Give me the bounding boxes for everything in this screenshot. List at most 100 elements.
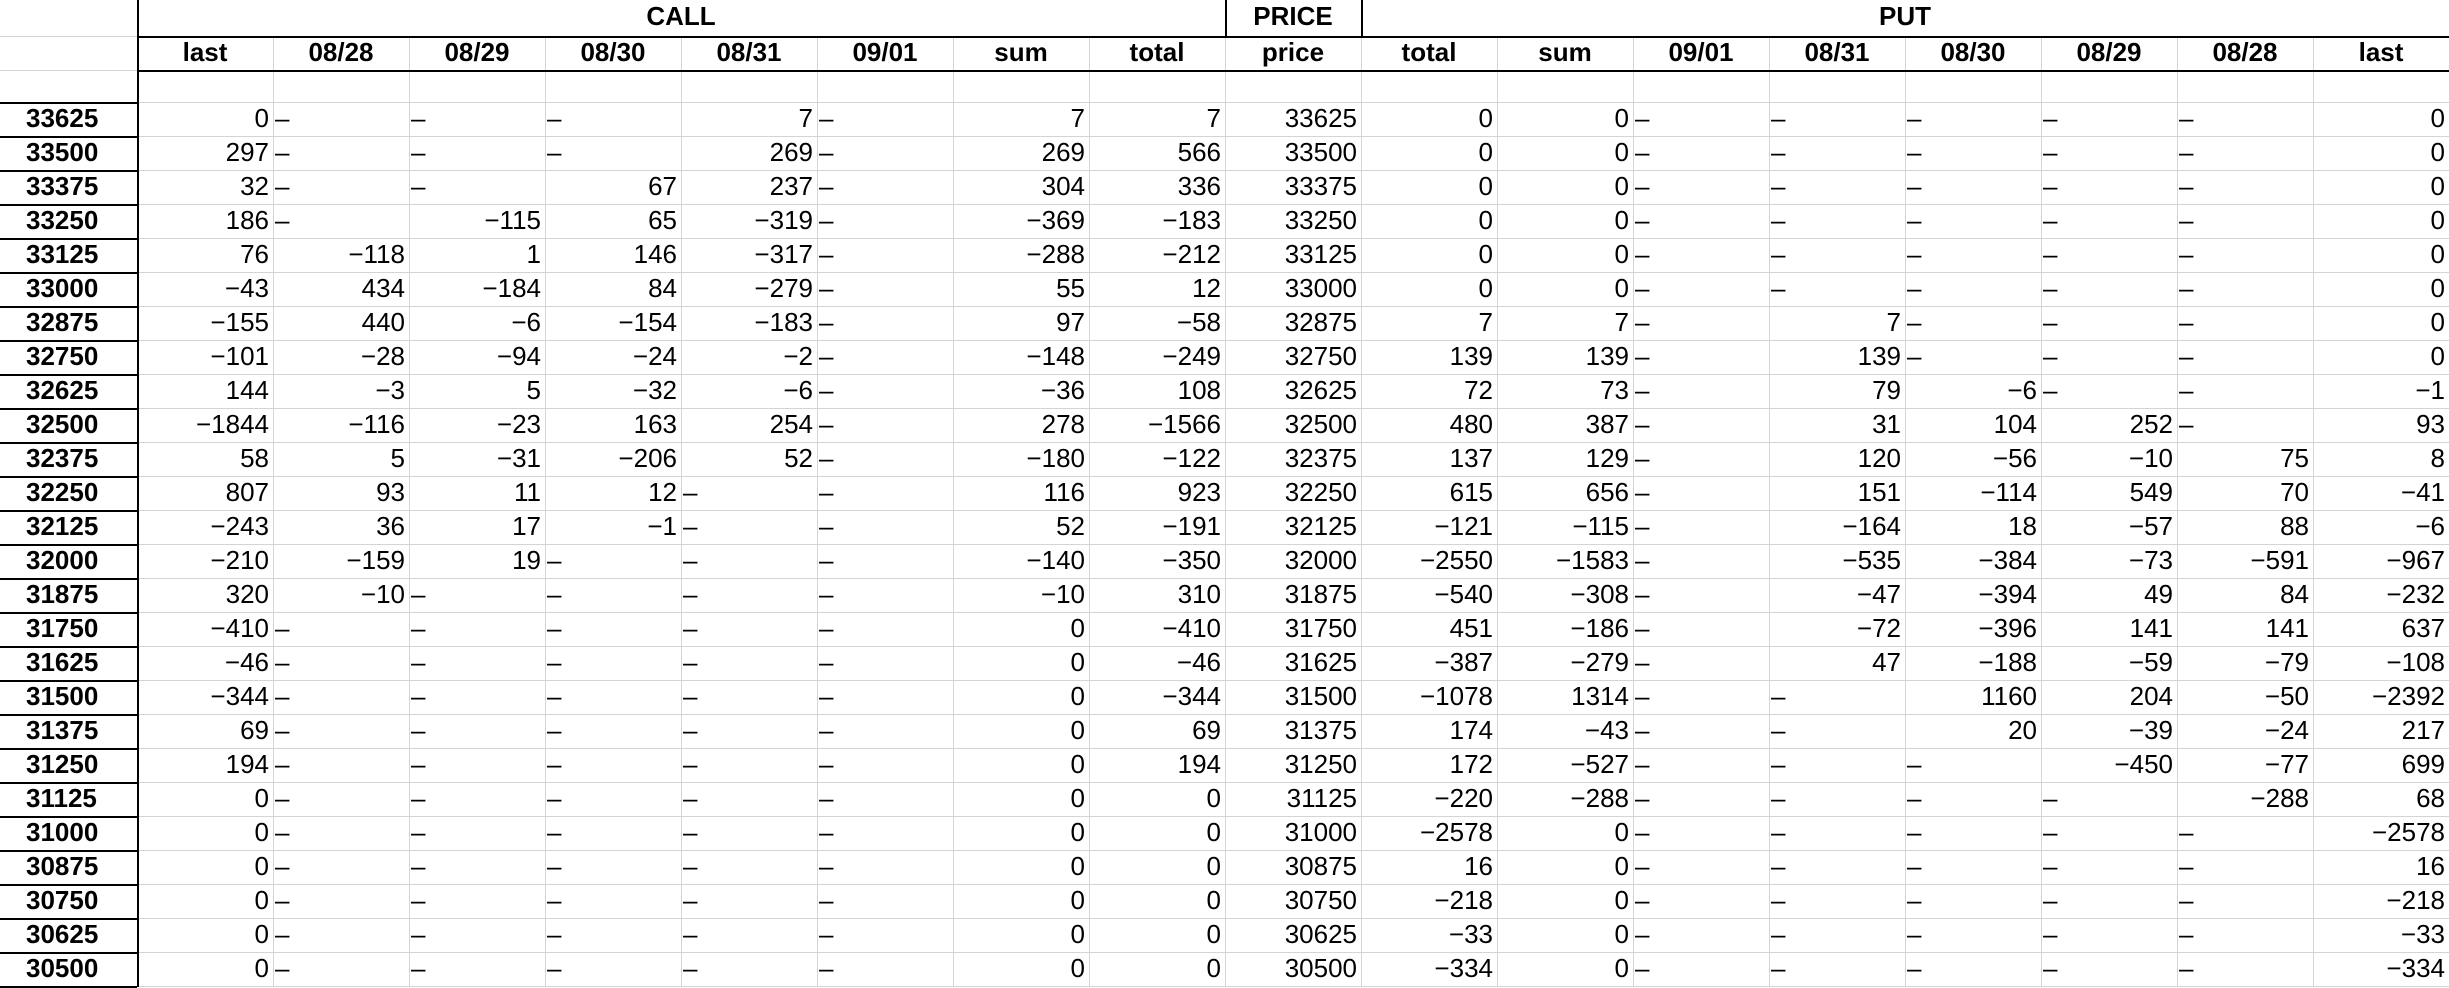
table-cell[interactable]: – — [545, 136, 681, 170]
row-label[interactable]: 32750 — [0, 340, 137, 374]
table-cell[interactable]: −334 — [1361, 952, 1497, 986]
table-cell[interactable]: −288 — [1497, 782, 1633, 816]
table-cell[interactable]: – — [2041, 340, 2177, 374]
table-cell[interactable]: 16 — [1361, 850, 1497, 884]
table-cell[interactable]: 0 — [1497, 204, 1633, 238]
table-cell[interactable]: 58 — [137, 442, 273, 476]
table-cell[interactable]: – — [2177, 306, 2313, 340]
table-cell[interactable]: −122 — [1089, 442, 1225, 476]
table-cell[interactable]: 0 — [953, 714, 1089, 748]
table-cell[interactable]: −450 — [2041, 748, 2177, 782]
table-cell[interactable]: – — [1905, 850, 2041, 884]
row-label[interactable]: 32625 — [0, 374, 137, 408]
table-cell[interactable]: −2578 — [2313, 816, 2449, 850]
table-cell[interactable]: 32 — [137, 170, 273, 204]
table-cell[interactable]: 32375 — [1225, 442, 1361, 476]
column-header[interactable]: last — [137, 36, 273, 70]
table-cell[interactable]: 451 — [1361, 612, 1497, 646]
table-cell[interactable]: – — [1769, 918, 1905, 952]
table-cell[interactable]: 0 — [1361, 238, 1497, 272]
table-cell[interactable]: – — [409, 102, 545, 136]
table-cell[interactable]: 7 — [681, 102, 817, 136]
table-cell[interactable]: – — [2177, 884, 2313, 918]
table-cell[interactable]: 97 — [953, 306, 1089, 340]
table-cell[interactable]: 52 — [953, 510, 1089, 544]
table-cell[interactable]: 440 — [273, 306, 409, 340]
table-cell[interactable]: −154 — [545, 306, 681, 340]
table-cell[interactable]: 0 — [1089, 782, 1225, 816]
table-cell[interactable]: 0 — [1361, 136, 1497, 170]
table-cell[interactable]: – — [1633, 646, 1769, 680]
table-cell[interactable]: 129 — [1497, 442, 1633, 476]
table-cell[interactable]: – — [409, 952, 545, 986]
table-cell[interactable]: 549 — [2041, 476, 2177, 510]
table-cell[interactable]: 108 — [1089, 374, 1225, 408]
table-cell[interactable]: −387 — [1361, 646, 1497, 680]
row-label[interactable]: 32500 — [0, 408, 137, 442]
table-cell[interactable]: 33250 — [1225, 204, 1361, 238]
table-cell[interactable]: – — [1633, 204, 1769, 238]
table-cell[interactable]: – — [545, 612, 681, 646]
table-cell[interactable]: – — [1633, 238, 1769, 272]
row-label[interactable]: 33500 — [0, 136, 137, 170]
table-cell[interactable]: −6 — [409, 306, 545, 340]
table-cell[interactable]: 434 — [273, 272, 409, 306]
table-cell[interactable]: – — [2177, 952, 2313, 986]
table-cell[interactable]: – — [817, 204, 953, 238]
row-label[interactable]: 31875 — [0, 578, 137, 612]
table-cell[interactable]: −410 — [1089, 612, 1225, 646]
table-cell[interactable]: −10 — [953, 578, 1089, 612]
table-cell[interactable]: – — [273, 850, 409, 884]
table-cell[interactable]: – — [2177, 136, 2313, 170]
table-cell[interactable]: – — [1769, 170, 1905, 204]
table-cell[interactable]: 615 — [1361, 476, 1497, 510]
table-cell[interactable]: −967 — [2313, 544, 2449, 578]
table-cell[interactable]: – — [545, 102, 681, 136]
table-cell[interactable]: 656 — [1497, 476, 1633, 510]
table-cell[interactable]: – — [409, 578, 545, 612]
table-cell[interactable]: −186 — [1497, 612, 1633, 646]
table-cell[interactable]: −308 — [1497, 578, 1633, 612]
table-cell[interactable]: 30625 — [1225, 918, 1361, 952]
table-cell[interactable]: – — [273, 782, 409, 816]
table-cell[interactable]: −206 — [545, 442, 681, 476]
table-cell[interactable]: −43 — [137, 272, 273, 306]
table-cell[interactable]: 144 — [137, 374, 273, 408]
row-label[interactable]: 31500 — [0, 680, 137, 714]
table-cell[interactable]: – — [2041, 374, 2177, 408]
table-cell[interactable]: 76 — [137, 238, 273, 272]
table-cell[interactable]: – — [817, 884, 953, 918]
table-cell[interactable]: – — [817, 306, 953, 340]
table-cell[interactable]: 32250 — [1225, 476, 1361, 510]
table-cell[interactable]: −535 — [1769, 544, 1905, 578]
table-cell[interactable]: 33375 — [1225, 170, 1361, 204]
table-cell[interactable]: – — [273, 204, 409, 238]
table-cell[interactable]: −46 — [137, 646, 273, 680]
table-cell[interactable]: −184 — [409, 272, 545, 306]
table-cell[interactable]: – — [545, 714, 681, 748]
column-header[interactable]: sum — [1497, 36, 1633, 70]
table-cell[interactable]: 19 — [409, 544, 545, 578]
table-cell[interactable]: 269 — [681, 136, 817, 170]
table-cell[interactable]: 146 — [545, 238, 681, 272]
table-cell[interactable]: 0 — [2313, 238, 2449, 272]
column-header[interactable]: 08/28 — [2177, 36, 2313, 70]
table-cell[interactable]: – — [409, 850, 545, 884]
table-cell[interactable]: – — [681, 782, 817, 816]
table-cell[interactable]: −191 — [1089, 510, 1225, 544]
row-label[interactable]: 31125 — [0, 782, 137, 816]
table-cell[interactable]: – — [2041, 204, 2177, 238]
table-cell[interactable]: 33000 — [1225, 272, 1361, 306]
row-label[interactable]: 31625 — [0, 646, 137, 680]
table-cell[interactable]: 75 — [2177, 442, 2313, 476]
table-cell[interactable]: −232 — [2313, 578, 2449, 612]
table-cell[interactable]: – — [545, 816, 681, 850]
table-cell[interactable]: – — [1633, 884, 1769, 918]
table-cell[interactable]: – — [1633, 374, 1769, 408]
table-cell[interactable]: 163 — [545, 408, 681, 442]
table-cell[interactable]: 0 — [1497, 952, 1633, 986]
table-cell[interactable]: 68 — [2313, 782, 2449, 816]
table-cell[interactable]: – — [681, 748, 817, 782]
table-cell[interactable]: – — [1905, 816, 2041, 850]
table-cell[interactable]: – — [409, 680, 545, 714]
